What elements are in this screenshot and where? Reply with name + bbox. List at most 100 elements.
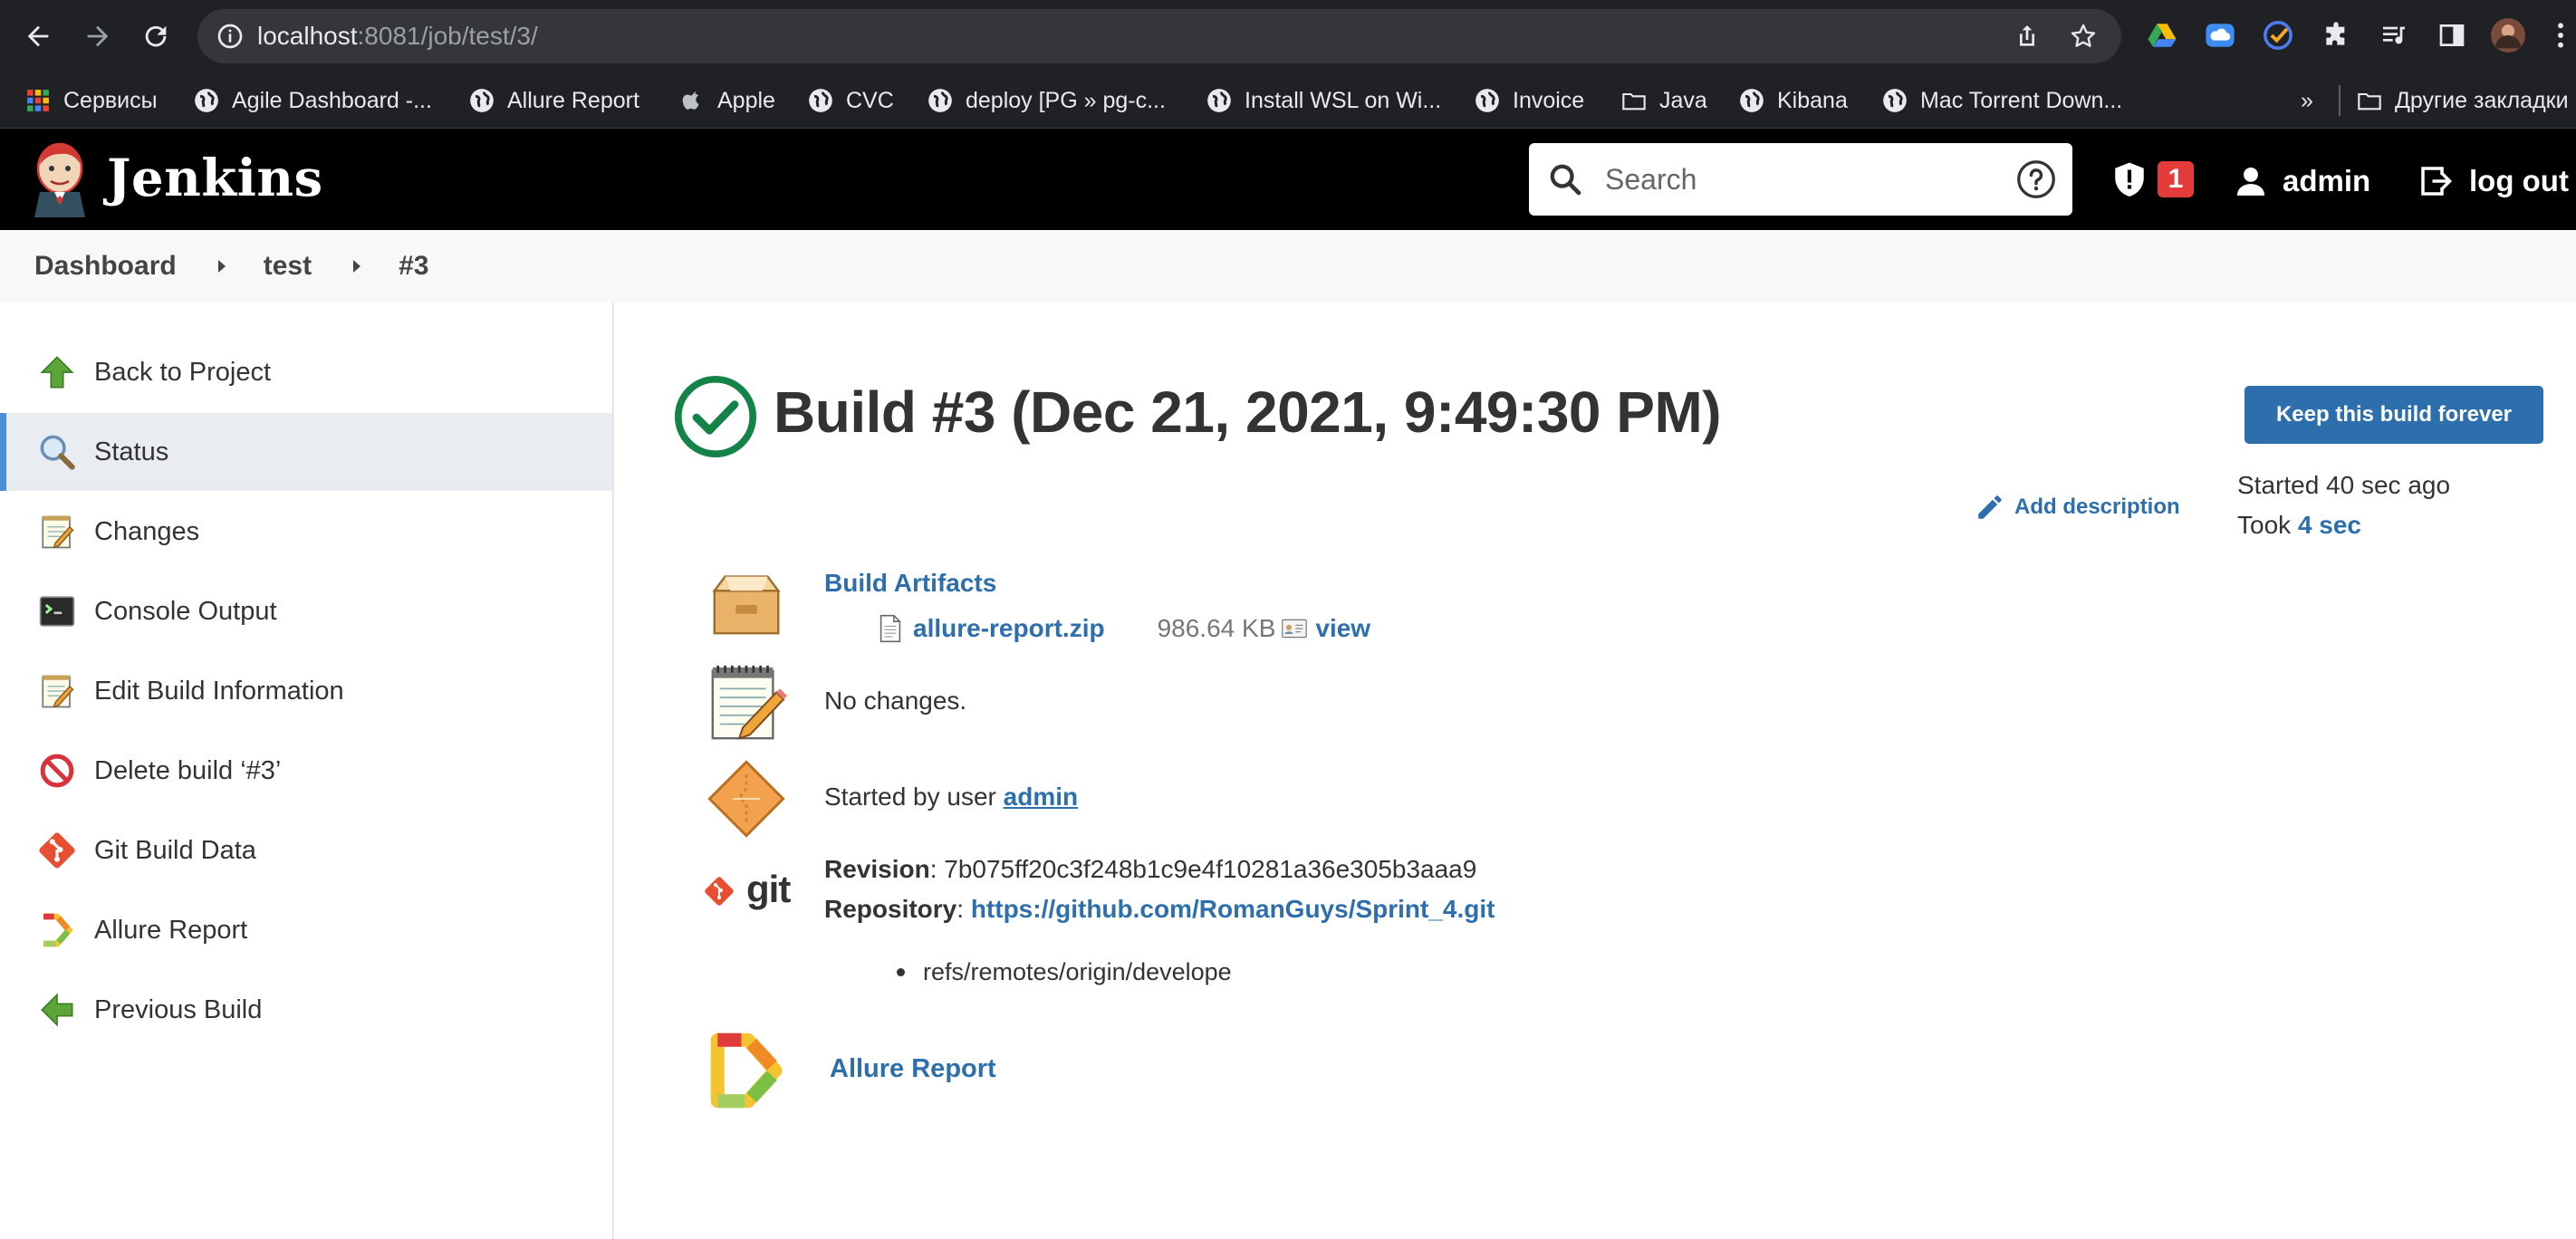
back-icon[interactable]	[20, 18, 56, 54]
google-drive-icon[interactable]	[2145, 18, 2179, 53]
artifact-size: 986.64 KB	[1157, 614, 1276, 642]
site-info-icon[interactable]	[216, 22, 245, 51]
artifact-file-link[interactable]: allure-report.zip	[913, 614, 1105, 643]
apple-icon	[679, 88, 705, 113]
breadcrumb-chevron-icon[interactable]	[353, 260, 361, 273]
globe-icon	[469, 88, 495, 113]
globe-icon	[928, 88, 953, 113]
globe-icon	[194, 88, 219, 113]
task-git-build-data[interactable]: Git Build Data	[0, 812, 612, 889]
jenkins-butler-logo[interactable]	[31, 141, 89, 217]
task-console-output[interactable]: Console Output	[0, 572, 612, 650]
user-menu[interactable]: admin	[2234, 156, 2370, 206]
bookmark-kibana[interactable]: Kibana	[1739, 72, 1848, 129]
jenkins-title[interactable]: Jenkins	[107, 149, 323, 208]
logout-icon	[2421, 167, 2453, 196]
left-arrow-icon	[36, 989, 78, 1031]
folder-icon	[2357, 88, 2382, 113]
started-time: Started 40 sec ago	[2237, 471, 2451, 499]
bookmark-cvc[interactable]: CVC	[808, 72, 894, 129]
bookmark-mac-torrent[interactable]: Mac Torrent Down...	[1882, 72, 2122, 129]
allure-logo-icon	[705, 1027, 792, 1114]
task-allure-report[interactable]: Allure Report	[0, 891, 612, 969]
build-duration: Took 4 sec	[2237, 511, 2362, 539]
share-icon[interactable]	[2013, 22, 2042, 51]
task-edit-build-information[interactable]: Edit Build Information	[0, 652, 612, 730]
notepad-icon	[703, 659, 790, 746]
bookmark-invoice[interactable]: Invoice	[1475, 72, 1584, 129]
task-delete-build[interactable]: Delete build ‘#3’	[0, 732, 612, 810]
forward-icon[interactable]	[80, 18, 116, 54]
file-icon	[879, 614, 901, 643]
bookmark-agile-dashboard[interactable]: Agile Dashboard -...	[194, 72, 432, 129]
jenkins-header: Jenkins 1 admin log out	[0, 129, 2576, 230]
no-entry-icon	[36, 750, 78, 792]
side-panel: Back to Project Status Changes Console O…	[0, 303, 614, 1239]
bookmark-services[interactable]: Сервисы	[25, 72, 158, 129]
media-queue-icon[interactable]	[2377, 18, 2411, 53]
folder-icon	[1621, 88, 1647, 113]
main-panel: Build #3 (Dec 21, 2021, 9:49:30 PM) Keep…	[616, 303, 2576, 1239]
task-previous-build[interactable]: Previous Build	[0, 971, 612, 1049]
magnifier-icon	[36, 431, 78, 473]
view-fingerprint-icon[interactable]	[1281, 618, 1308, 639]
globe-icon	[1739, 88, 1764, 113]
artifact-view-link[interactable]: view	[1315, 614, 1370, 643]
breadcrumb-build[interactable]: #3	[399, 251, 428, 282]
pencil-icon	[1978, 495, 2002, 519]
keep-build-forever-button[interactable]: Keep this build forever	[2244, 386, 2543, 444]
build-success-icon	[674, 375, 757, 458]
search-box[interactable]	[1529, 143, 2072, 216]
up-arrow-icon	[36, 351, 78, 393]
bookmarks-bar: Сервисы Agile Dashboard -... Allure Repo…	[0, 72, 2576, 129]
icloud-icon[interactable]	[2203, 18, 2237, 53]
bookmark-allure-report[interactable]: Allure Report	[469, 72, 639, 129]
shield-alert-icon	[2115, 162, 2144, 197]
repository-url-link[interactable]: https://github.com/RomanGuys/Sprint_4.gi…	[971, 895, 1495, 923]
breadcrumb-test[interactable]: test	[264, 251, 312, 282]
address-bar[interactable]: localhost:8081/job/test/3/	[197, 9, 2121, 63]
breadcrumb-dashboard[interactable]: Dashboard	[34, 251, 177, 282]
side-panel-icon[interactable]	[2435, 18, 2469, 53]
security-alert[interactable]: 1	[2110, 154, 2201, 205]
started-by-user-link[interactable]: admin	[1004, 783, 1078, 811]
build-artifacts-link[interactable]: Build Artifacts	[824, 569, 996, 598]
extensions-puzzle-icon[interactable]	[2319, 18, 2353, 53]
allure-report-link[interactable]: Allure Report	[830, 1054, 996, 1084]
artifact-row: allure-report.zip 986.64 KB view	[879, 610, 1370, 647]
logout-link[interactable]: log out	[2417, 156, 2569, 206]
duration-link[interactable]: 4 sec	[2298, 511, 2361, 539]
no-changes-text: No changes.	[824, 687, 967, 715]
browser-menu-icon[interactable]	[2547, 18, 2574, 53]
task-check-icon[interactable]	[2261, 18, 2295, 53]
help-icon[interactable]	[2016, 159, 2056, 199]
revision-hash: : 7b075ff20c3f248b1c9e4f10281a36e305b3aa…	[929, 855, 1477, 883]
url-text: localhost:8081/job/test/3/	[257, 22, 538, 50]
task-status[interactable]: Status	[0, 413, 612, 491]
globe-icon	[808, 88, 833, 113]
search-input[interactable]	[1605, 158, 1985, 201]
branch-list-item: refs/remotes/origin/develope	[897, 958, 1232, 986]
bookmarks-overflow-chevron[interactable]: »	[2301, 72, 2313, 129]
add-description-link[interactable]: Add description	[1975, 489, 2180, 525]
profile-avatar-icon[interactable]	[2491, 18, 2525, 53]
bookmark-apple[interactable]: Apple	[679, 72, 775, 129]
bookmarks-divider	[2339, 85, 2341, 116]
bookmark-star-icon[interactable]	[2069, 22, 2098, 51]
repository-line: Repository: https://github.com/RomanGuys…	[824, 895, 1495, 923]
task-back-to-project[interactable]: Back to Project	[0, 333, 612, 411]
globe-icon	[1475, 88, 1500, 113]
breadcrumb: Dashboard test #3	[0, 230, 2576, 303]
started-by-text: Started by user admin	[824, 783, 1079, 811]
bookmark-deploy[interactable]: deploy [PG » pg-c...	[928, 72, 1166, 129]
notepad-icon	[36, 670, 78, 712]
bookmark-install-wsl[interactable]: Install WSL on Wi...	[1206, 72, 1441, 129]
reload-icon[interactable]	[138, 18, 174, 54]
branch-name: refs/remotes/origin/develope	[923, 958, 1232, 985]
breadcrumb-chevron-icon[interactable]	[217, 260, 226, 273]
bookmark-folder-java[interactable]: Java	[1621, 72, 1707, 129]
allure-icon	[36, 909, 78, 951]
bookmark-other-folder[interactable]: Другие закладки	[2357, 72, 2569, 129]
task-changes[interactable]: Changes	[0, 493, 612, 571]
apps-grid-icon	[25, 88, 51, 113]
